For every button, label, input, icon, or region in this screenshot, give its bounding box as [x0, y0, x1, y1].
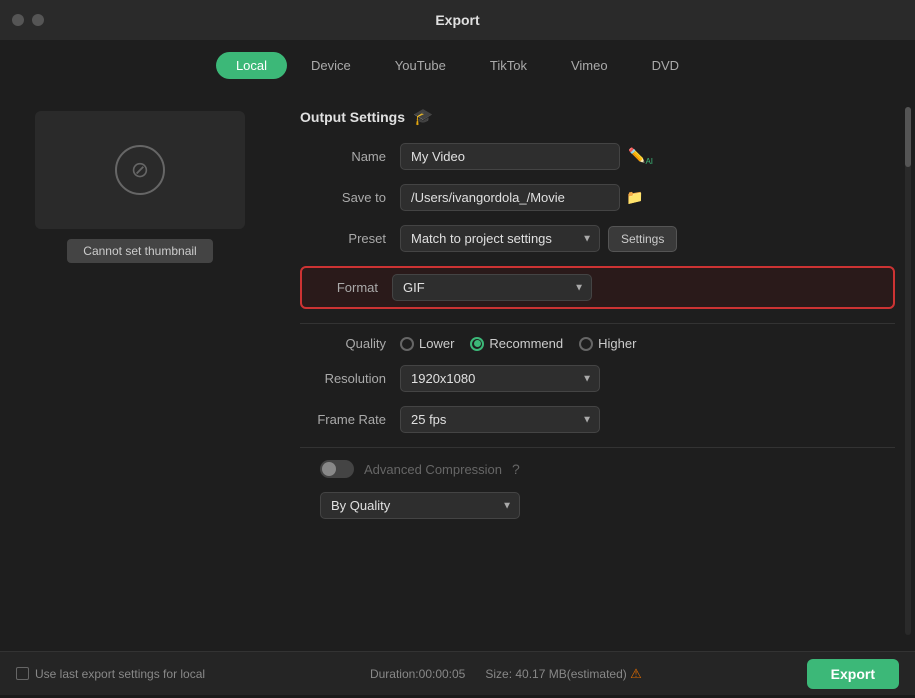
title-bar: Export: [0, 0, 915, 40]
window-title: Export: [435, 12, 479, 28]
name-input[interactable]: [400, 143, 620, 170]
section-title: Output Settings 🎓: [300, 107, 895, 127]
tab-dvd[interactable]: DVD: [632, 52, 699, 79]
by-quality-select-wrap: By Quality ▼: [320, 492, 520, 519]
footer: Use last export settings for local Durat…: [0, 651, 915, 695]
ai-icon[interactable]: ✏️AI: [628, 147, 653, 166]
quality-recommend-option[interactable]: Recommend: [470, 336, 563, 351]
frame-rate-control: 25 fps ▼: [400, 406, 895, 433]
name-control: ✏️AI: [400, 143, 895, 170]
format-select[interactable]: GIF: [392, 274, 592, 301]
tab-tiktok[interactable]: TikTok: [470, 52, 547, 79]
quality-row: Quality Lower Recommend Higher: [300, 336, 895, 351]
footer-center: Duration:00:00:05 Size: 40.17 MB(estimat…: [370, 666, 642, 682]
settings-button[interactable]: Settings: [608, 226, 677, 252]
quality-higher-radio[interactable]: [579, 337, 593, 351]
save-to-input[interactable]: [400, 184, 620, 211]
quality-higher-label: Higher: [598, 336, 636, 351]
preset-label: Preset: [300, 231, 400, 246]
frame-rate-label: Frame Rate: [300, 412, 400, 427]
last-export-checkbox[interactable]: [16, 667, 29, 680]
resolution-select[interactable]: 1920x1080: [400, 365, 600, 392]
traffic-lights: [12, 14, 44, 26]
format-select-wrap: GIF ▼: [392, 274, 592, 301]
advanced-compression-label: Advanced Compression: [364, 462, 502, 477]
quality-label: Quality: [300, 336, 400, 351]
warning-icon: ⚠: [630, 666, 642, 681]
traffic-light-close[interactable]: [12, 14, 24, 26]
by-quality-row: By Quality ▼: [300, 492, 895, 519]
help-icon[interactable]: ?: [512, 461, 520, 477]
frame-rate-select-wrap: 25 fps ▼: [400, 406, 600, 433]
scroll-thumb[interactable]: [905, 107, 911, 167]
preset-select[interactable]: Match to project settings: [400, 225, 600, 252]
folder-icon[interactable]: 📁: [626, 189, 643, 206]
left-panel: ⊘ Cannot set thumbnail: [0, 91, 280, 651]
output-settings-label: Output Settings: [300, 109, 405, 125]
name-row: Name ✏️AI: [300, 143, 895, 170]
format-label: Format: [312, 280, 392, 295]
tab-bar: Local Device YouTube TikTok Vimeo DVD: [0, 40, 915, 91]
quality-lower-label: Lower: [419, 336, 454, 351]
size-text: Size: 40.17 MB(estimated) ⚠: [485, 666, 641, 682]
resolution-row: Resolution 1920x1080 ▼: [300, 365, 895, 392]
quality-recommend-radio[interactable]: [470, 337, 484, 351]
main-content: ⊘ Cannot set thumbnail Output Settings 🎓…: [0, 91, 915, 651]
resolution-control: 1920x1080 ▼: [400, 365, 895, 392]
by-quality-select[interactable]: By Quality: [320, 492, 520, 519]
preset-control: Match to project settings ▼ Settings: [400, 225, 895, 252]
format-row: Format GIF ▼: [300, 266, 895, 309]
scroll-track[interactable]: [905, 107, 911, 635]
save-to-control: 📁: [400, 184, 895, 211]
duration-text: Duration:00:00:05: [370, 667, 465, 681]
frame-rate-row: Frame Rate 25 fps ▼: [300, 406, 895, 433]
export-button[interactable]: Export: [807, 659, 899, 689]
tab-local[interactable]: Local: [216, 52, 287, 79]
preset-row: Preset Match to project settings ▼ Setti…: [300, 225, 895, 252]
frame-rate-select[interactable]: 25 fps: [400, 406, 600, 433]
quality-options: Lower Recommend Higher: [400, 336, 895, 351]
tab-vimeo[interactable]: Vimeo: [551, 52, 628, 79]
quality-lower-option[interactable]: Lower: [400, 336, 454, 351]
tab-youtube[interactable]: YouTube: [375, 52, 466, 79]
tab-device[interactable]: Device: [291, 52, 371, 79]
quality-higher-option[interactable]: Higher: [579, 336, 636, 351]
save-to-row: Save to 📁: [300, 184, 895, 211]
save-to-label: Save to: [300, 190, 400, 205]
set-thumbnail-button[interactable]: Cannot set thumbnail: [67, 239, 212, 263]
name-label: Name: [300, 149, 400, 164]
divider-2: [300, 447, 895, 448]
advanced-compression-row: Advanced Compression ?: [300, 460, 895, 478]
resolution-label: Resolution: [300, 371, 400, 386]
quality-recommend-label: Recommend: [489, 336, 563, 351]
footer-left: Use last export settings for local: [16, 667, 205, 681]
advanced-compression-toggle[interactable]: [320, 460, 354, 478]
traffic-light-minimize[interactable]: [32, 14, 44, 26]
preset-select-wrap: Match to project settings ▼: [400, 225, 600, 252]
last-export-label: Use last export settings for local: [35, 667, 205, 681]
divider-1: [300, 323, 895, 324]
no-thumbnail-icon: ⊘: [115, 145, 165, 195]
output-settings-icon: 🎓: [413, 107, 433, 127]
toggle-thumb: [322, 462, 336, 476]
right-panel: Output Settings 🎓 Name ✏️AI Save to 📁 Pr…: [280, 91, 915, 651]
thumbnail-box: ⊘: [35, 111, 245, 229]
quality-lower-radio[interactable]: [400, 337, 414, 351]
resolution-select-wrap: 1920x1080 ▼: [400, 365, 600, 392]
